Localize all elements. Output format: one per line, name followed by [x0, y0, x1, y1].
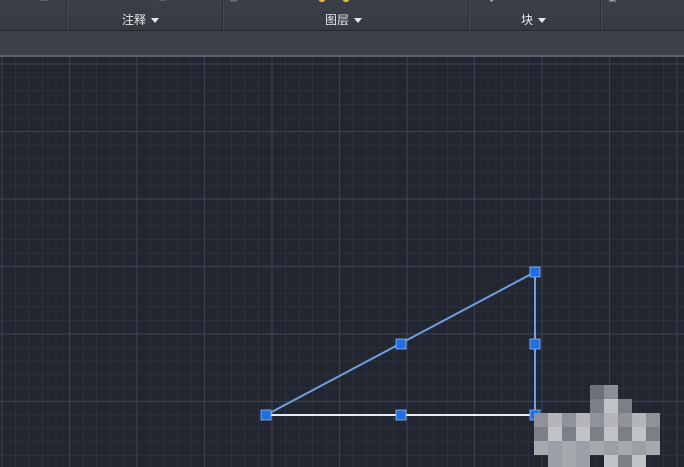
mosaic-cell: [604, 427, 618, 441]
mosaic-cell: [632, 441, 646, 455]
mosaic-cell: [604, 413, 618, 427]
caret-down-icon: [538, 18, 547, 23]
mosaic-cell: [618, 441, 632, 455]
mosaic-cell: [632, 427, 646, 441]
mosaic-cell: [576, 427, 590, 441]
ribbon-tool-icon[interactable]: ▣: [608, 0, 617, 6]
mosaic-cell: [590, 385, 604, 399]
ribbon-tool-icon[interactable]: ⊡: [230, 0, 238, 6]
ribbon-panel-bar: ▭ ▬ ⊡ ● ● ◆ ▣ 注释 图层 块: [0, 0, 684, 31]
mosaic-cell: [534, 413, 548, 427]
mosaic-cell: [590, 413, 604, 427]
pixelated-overlay: [534, 385, 674, 467]
mosaic-cell: [576, 455, 590, 467]
panel-separator: [66, 0, 68, 30]
mosaic-cell: [548, 455, 562, 467]
mosaic-cell: [618, 455, 632, 467]
ribbon-tool-icon[interactable]: ▭: [40, 0, 49, 6]
grip-midpoint[interactable]: [529, 338, 541, 350]
panel-title-block[interactable]: 块: [521, 12, 547, 28]
mosaic-cell: [562, 427, 576, 441]
grip-vertex[interactable]: [529, 266, 541, 278]
panel-separator: [222, 0, 224, 30]
panel-title-label: 注释: [122, 13, 147, 27]
mosaic-cell: [590, 399, 604, 413]
mosaic-cell: [590, 427, 604, 441]
panel-title-label: 图层: [325, 13, 350, 27]
mosaic-cell: [576, 413, 590, 427]
lightbulb-icon[interactable]: ●: [318, 0, 326, 6]
mosaic-cell: [548, 413, 562, 427]
mosaic-cell: [548, 427, 562, 441]
grip-midpoint[interactable]: [395, 409, 407, 421]
file-tab-bar: [0, 31, 684, 57]
grip-points[interactable]: [260, 266, 541, 421]
mosaic-cell: [562, 455, 576, 467]
panel-title-layers[interactable]: 图层: [325, 12, 363, 28]
grip-midpoint[interactable]: [395, 338, 407, 350]
caret-down-icon: [354, 18, 363, 23]
panel-separator: [600, 0, 602, 30]
caret-down-icon: [151, 18, 160, 23]
panel-title-annotate[interactable]: 注释: [122, 12, 160, 28]
mosaic-cell: [604, 441, 618, 455]
mosaic-cell: [646, 427, 660, 441]
panel-separator: [468, 0, 470, 30]
ribbon-tool-icon[interactable]: ▬: [158, 0, 167, 6]
sun-icon[interactable]: ●: [342, 0, 350, 6]
mosaic-cell: [632, 455, 646, 467]
mosaic-cell: [632, 413, 646, 427]
mosaic-cell: [618, 399, 632, 413]
mosaic-cell: [590, 441, 604, 455]
mosaic-cell: [534, 427, 548, 441]
mosaic-cell: [548, 441, 562, 455]
mosaic-cell: [534, 441, 548, 455]
ribbon-tool-icon[interactable]: ◆: [488, 0, 495, 6]
mosaic-cell: [562, 441, 576, 455]
mosaic-cell: [576, 441, 590, 455]
mosaic-cell: [604, 399, 618, 413]
mosaic-cell: [618, 427, 632, 441]
mosaic-cell: [604, 455, 618, 467]
cad-application: ▭ ▬ ⊡ ● ● ◆ ▣ 注释 图层 块: [0, 0, 684, 467]
mosaic-cell: [618, 413, 632, 427]
mosaic-cell: [562, 413, 576, 427]
mosaic-cell: [604, 385, 618, 399]
panel-title-label: 块: [521, 13, 534, 27]
mosaic-cell: [646, 441, 660, 455]
mosaic-cell: [646, 413, 660, 427]
grip-vertex[interactable]: [260, 409, 272, 421]
